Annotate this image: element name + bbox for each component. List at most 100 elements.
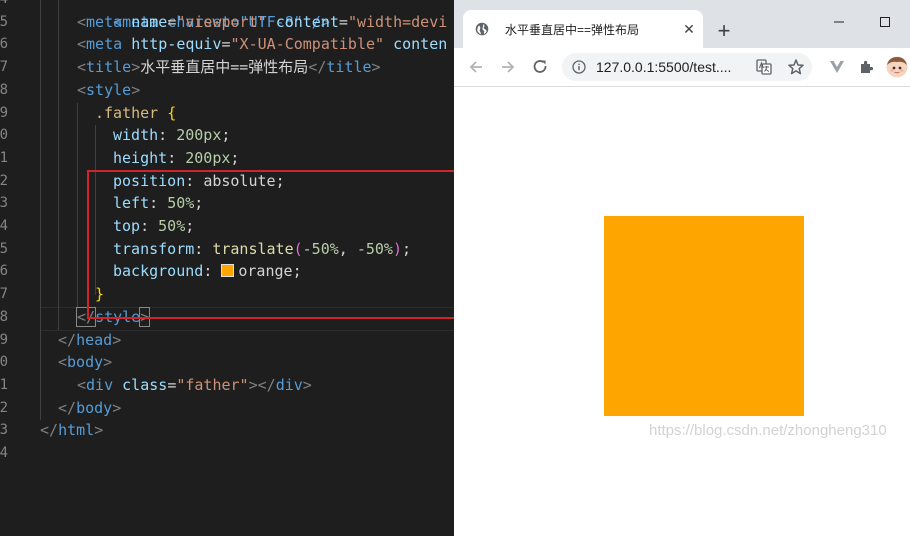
code-line-body-close[interactable]: </body>	[58, 397, 121, 420]
code-token: content	[275, 12, 339, 31]
line-number: 3	[0, 422, 8, 439]
code-token: >	[131, 80, 141, 99]
star-icon[interactable]	[786, 57, 806, 77]
page-viewport	[454, 87, 910, 536]
code-token: >	[103, 353, 113, 372]
extensions-icon[interactable]	[857, 57, 877, 77]
line-number: 0	[0, 354, 8, 371]
code-token: <	[77, 80, 87, 99]
reload-icon[interactable]	[530, 57, 550, 77]
code-line-style-open[interactable]: <style>	[77, 79, 140, 102]
annotation-highlight-box	[87, 170, 454, 319]
code-token: {	[167, 103, 177, 122]
code-token: </	[257, 375, 276, 394]
code-token: <	[77, 12, 87, 31]
line-number-gutter: 4 5 6 7 8 9 0 1 2 3 4 5 6 7 8 9 0 1 2 3 …	[0, 0, 14, 536]
browser-window: 水平垂直居中==弹性布局 ✕ + 127.0.0.1:5500/test....…	[454, 0, 910, 536]
url-text: 127.0.0.1:5500/test....	[596, 59, 732, 75]
code-token: height	[113, 148, 168, 167]
line-number: 8	[0, 81, 8, 98]
close-icon[interactable]: ✕	[681, 21, 697, 37]
code-token: </	[58, 330, 77, 349]
code-token: <	[77, 58, 87, 77]
line-number: 7	[0, 286, 8, 303]
code-token: "X-UA-Compatible"	[230, 35, 385, 54]
code-token: 水平垂直居中==弹性布局	[140, 58, 309, 77]
line-number: 8	[0, 308, 8, 325]
line-number: 7	[0, 59, 8, 76]
indent-guide	[58, 0, 59, 330]
browser-toolbar: 127.0.0.1:5500/test....	[454, 48, 910, 87]
code-line-meta-compat[interactable]: <meta http-equiv="X-UA-Compatible" conte…	[77, 33, 447, 56]
code-line-height[interactable]: height: 200px;	[113, 147, 239, 170]
code-line-title[interactable]: <title>水平垂直居中==弹性布局</title>	[77, 56, 381, 79]
line-number: 9	[0, 104, 8, 121]
line-number: 6	[0, 263, 8, 280]
code-token: .father	[95, 103, 159, 122]
code-token: </	[40, 421, 59, 440]
vue-devtools-icon[interactable]	[827, 57, 847, 77]
translate-icon[interactable]	[754, 57, 774, 77]
code-token: </	[308, 58, 327, 77]
code-editor[interactable]: 4 5 6 7 8 9 0 1 2 3 4 5 6 7 8 9 0 1 2 3 …	[0, 0, 454, 536]
line-number: 2	[0, 399, 8, 416]
code-line-selector[interactable]: .father {	[95, 102, 176, 125]
avatar[interactable]	[886, 56, 908, 78]
code-token: head	[76, 330, 113, 349]
code-line-width[interactable]: width: 200px;	[113, 124, 230, 147]
code-token: :	[167, 148, 177, 167]
code-token: meta	[86, 12, 123, 31]
code-token: =	[221, 35, 231, 54]
code-line-html-close[interactable]: </html>	[40, 419, 103, 442]
code-token: style	[86, 80, 132, 99]
code-token: width	[113, 126, 159, 145]
code-token: :	[158, 126, 168, 145]
line-number: 3	[0, 195, 8, 212]
forward-icon[interactable]	[498, 57, 518, 77]
browser-titlebar: 水平垂直居中==弹性布局 ✕ +	[454, 0, 910, 48]
code-token: >	[248, 375, 258, 394]
code-token: =	[167, 12, 177, 31]
minimize-icon[interactable]	[824, 8, 854, 36]
browser-tab[interactable]: 水平垂直居中==弹性布局 ✕	[463, 10, 703, 48]
code-token: class	[122, 375, 168, 394]
code-token: 200px	[185, 148, 231, 167]
code-token: meta	[86, 35, 123, 54]
line-number: 2	[0, 172, 8, 189]
code-token: "viewport"	[176, 12, 267, 31]
code-token: html	[58, 421, 95, 440]
code-token: <	[58, 353, 68, 372]
back-icon[interactable]	[466, 57, 486, 77]
maximize-icon[interactable]	[870, 8, 900, 36]
code-token: body	[67, 353, 104, 372]
code-token: ;	[230, 148, 240, 167]
code-line-div[interactable]: <div class="father"></div>	[77, 374, 312, 397]
line-number: 6	[0, 36, 8, 53]
code-token: =	[338, 12, 348, 31]
code-token: div	[86, 375, 114, 394]
code-line-body-open[interactable]: <body>	[58, 351, 112, 374]
code-line-meta-charset[interactable]: <meta charset="UTF-8" />	[77, 0, 330, 31]
line-number: 0	[0, 127, 8, 144]
father-box	[604, 216, 804, 416]
code-token: >	[131, 58, 141, 77]
info-icon[interactable]	[572, 60, 586, 74]
code-token: http-equiv	[131, 35, 222, 54]
code-token: =	[167, 375, 177, 394]
globe-icon	[475, 22, 489, 36]
line-number: 4	[0, 445, 8, 461]
code-token: name	[131, 12, 168, 31]
code-line-head-close[interactable]: </head>	[58, 329, 121, 352]
line-number: 5	[0, 240, 8, 257]
code-token: "father"	[176, 375, 249, 394]
line-number: 4	[0, 218, 8, 234]
line-number: 9	[0, 331, 8, 348]
address-bar[interactable]: 127.0.0.1:5500/test....	[562, 53, 812, 81]
plus-icon[interactable]: +	[712, 20, 736, 44]
line-number: 1	[0, 376, 8, 393]
code-line-meta-viewport[interactable]: <meta name="viewport" content="width=dev…	[77, 11, 447, 34]
code-token: title	[86, 58, 132, 77]
watermark: https://blog.csdn.net/zhongheng310	[649, 422, 887, 439]
code-token: >	[112, 398, 122, 417]
code-token: 200px	[176, 126, 222, 145]
